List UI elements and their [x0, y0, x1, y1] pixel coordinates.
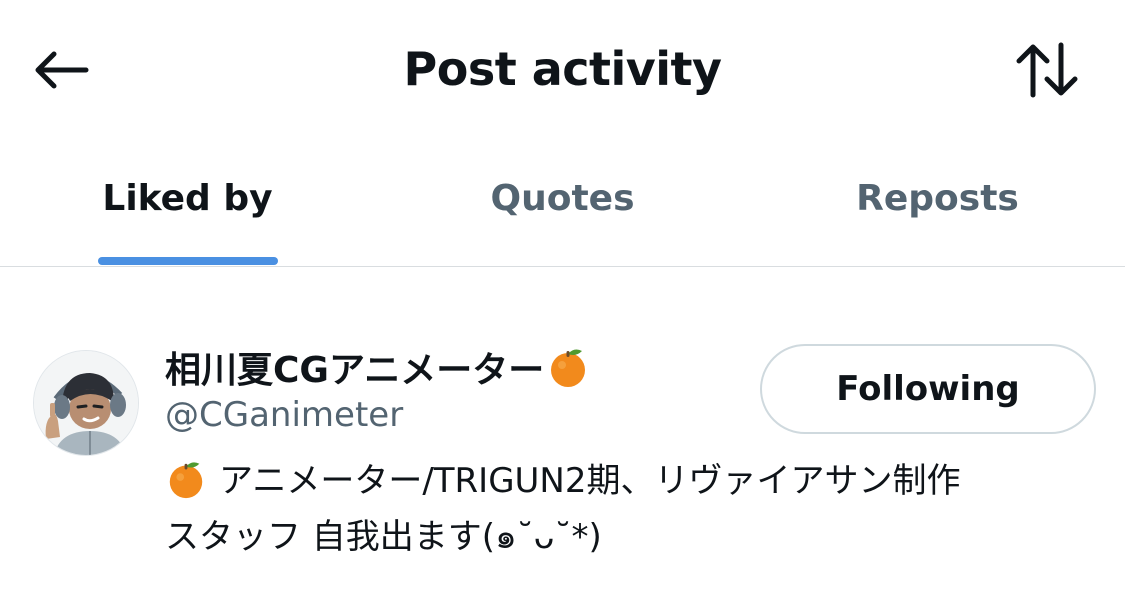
orange-emoji-icon: [551, 349, 586, 387]
display-name[interactable]: 相川夏CGアニメーター: [165, 341, 544, 393]
orange-emoji-icon: [169, 462, 203, 499]
sort-button[interactable]: [1011, 38, 1083, 102]
user-bio: アニメーター/TRIGUN2期、リヴァイアサン制作 スタッフ 自我出ます(๑˘ᴗ…: [165, 453, 1095, 565]
tab-quotes[interactable]: Quotes: [375, 140, 750, 266]
user-info: 相川夏CGアニメーター @CGanimeter: [165, 341, 765, 435]
active-tab-indicator: [97, 257, 278, 265]
bio-line-1: アニメーター/TRIGUN2期、リヴァイアサン制作: [165, 453, 1095, 509]
user-handle[interactable]: @CGanimeter: [165, 395, 765, 435]
following-button[interactable]: Following: [760, 344, 1096, 434]
sort-arrows-icon: [1016, 42, 1078, 98]
tab-label: Quotes: [490, 178, 635, 219]
tab-label: Reposts: [856, 178, 1019, 219]
tab-liked-by[interactable]: Liked by: [0, 140, 375, 266]
bio-text-line-2: スタッフ 自我出ます(๑˘ᴗ˘*): [165, 517, 602, 557]
avatar-illustration: [34, 351, 138, 455]
bio-text-line-1: アニメーター/TRIGUN2期、リヴァイアサン制作: [219, 461, 961, 501]
header: Post activity: [0, 0, 1125, 140]
bio-line-2: スタッフ 自我出ます(๑˘ᴗ˘*): [165, 509, 1095, 565]
user-list-item[interactable]: 相川夏CGアニメーター @CGanimeter Following アニメーター…: [0, 267, 1125, 610]
tab-reposts[interactable]: Reposts: [750, 140, 1125, 266]
avatar[interactable]: [33, 350, 139, 456]
page-title: Post activity: [403, 42, 723, 96]
tab-label: Liked by: [102, 178, 273, 219]
tab-bar: Liked by Quotes Reposts: [0, 140, 1125, 266]
display-name-line: 相川夏CGアニメーター: [165, 341, 765, 393]
